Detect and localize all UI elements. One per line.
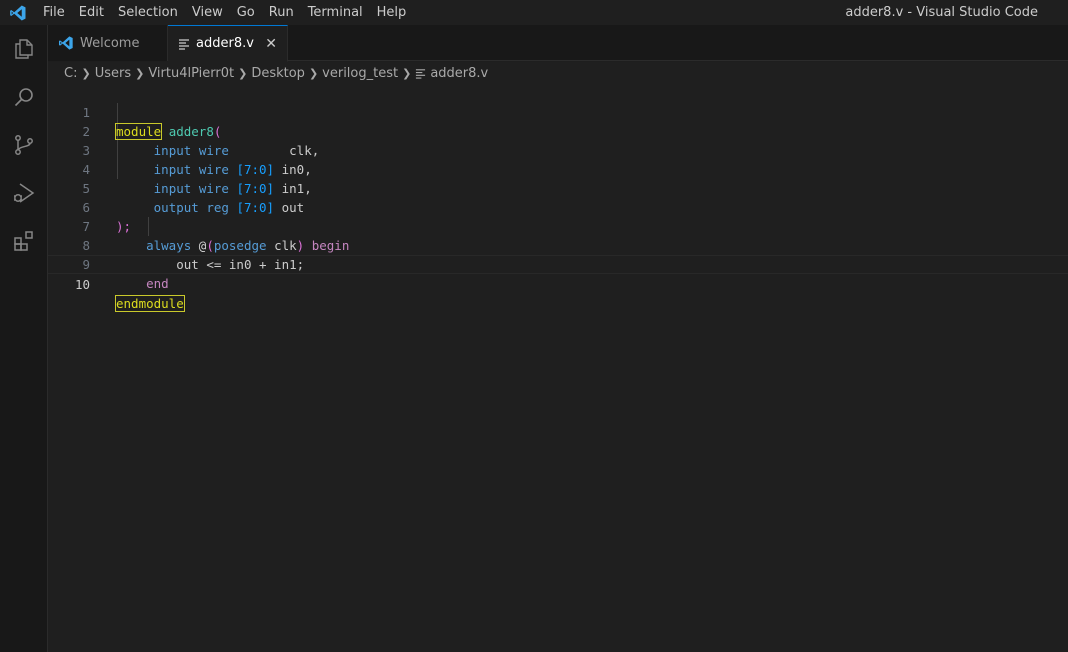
chevron-right-icon: ❯ xyxy=(308,66,319,80)
menu-bar: File Edit Selection View Go Run Terminal… xyxy=(36,0,413,25)
code-line-current: 10 endmodule xyxy=(48,255,1068,312)
code-line: 2 input wire clk, xyxy=(48,103,1068,158)
code-line: 9 end xyxy=(48,236,1068,291)
file-lines-icon xyxy=(415,68,426,79)
extensions-icon[interactable] xyxy=(0,217,48,265)
menu-selection[interactable]: Selection xyxy=(111,0,185,25)
menu-view[interactable]: View xyxy=(185,0,230,25)
source-control-icon[interactable] xyxy=(0,121,48,169)
code-line: 3 input wire [7:0] in0, xyxy=(48,122,1068,177)
keyword-endmodule: endmodule xyxy=(115,295,185,312)
code-line: 5 output reg [7:0] out xyxy=(48,160,1068,215)
tab-welcome[interactable]: Welcome xyxy=(48,25,168,61)
code-line: 8 out <= in0 + in1; xyxy=(48,217,1068,272)
tab-bar: Welcome adder8.v ✕ xyxy=(48,25,1068,62)
chevron-right-icon: ❯ xyxy=(238,66,248,80)
vscode-logo-icon xyxy=(58,35,74,51)
line-number: 10 xyxy=(74,277,90,292)
code-line: 7 always @(posedge clk) begin xyxy=(48,198,1068,253)
token-end: end xyxy=(146,276,169,291)
vscode-logo-icon xyxy=(0,0,36,25)
menu-run[interactable]: Run xyxy=(262,0,301,25)
menu-file[interactable]: File xyxy=(36,0,72,25)
explorer-icon[interactable] xyxy=(0,25,48,73)
code-line: 6 ); xyxy=(48,179,1068,234)
search-icon[interactable] xyxy=(0,73,48,121)
window-title: adder8.v - Visual Studio Code xyxy=(845,5,1038,20)
breadcrumb-folder[interactable]: verilog_test xyxy=(322,66,398,81)
title-bar: File Edit Selection View Go Run Terminal… xyxy=(0,0,1068,25)
file-lines-icon xyxy=(178,38,190,50)
menu-edit[interactable]: Edit xyxy=(72,0,111,25)
tab-adder8[interactable]: adder8.v ✕ xyxy=(168,25,288,62)
breadcrumb: C: ❯ Users ❯ Virtu4lPierr0t ❯ Desktop ❯ … xyxy=(48,62,1068,84)
code-line: 4 input wire [7:0] in1, xyxy=(48,141,1068,196)
tab-label: Welcome xyxy=(80,35,140,51)
menu-help[interactable]: Help xyxy=(370,0,414,25)
tab-label: adder8.v xyxy=(196,36,254,51)
menu-go[interactable]: Go xyxy=(230,0,262,25)
chevron-right-icon: ❯ xyxy=(81,66,91,80)
breadcrumb-users[interactable]: Users xyxy=(95,66,131,81)
code-line: 1 module adder8( xyxy=(48,84,1068,140)
breadcrumb-drive[interactable]: C: xyxy=(64,66,77,81)
breadcrumb-file[interactable]: adder8.v xyxy=(430,66,488,81)
breadcrumb-desktop[interactable]: Desktop xyxy=(251,66,305,81)
code-editor[interactable]: 1 module adder8( 2 input wire clk, 3 inp… xyxy=(48,84,1068,652)
close-icon[interactable]: ✕ xyxy=(265,36,277,52)
activity-bar xyxy=(0,25,48,652)
menu-terminal[interactable]: Terminal xyxy=(301,0,370,25)
run-debug-icon[interactable] xyxy=(0,169,48,217)
chevron-right-icon: ❯ xyxy=(135,66,145,80)
breadcrumb-user[interactable]: Virtu4lPierr0t xyxy=(148,66,234,81)
chevron-right-icon: ❯ xyxy=(402,66,412,80)
